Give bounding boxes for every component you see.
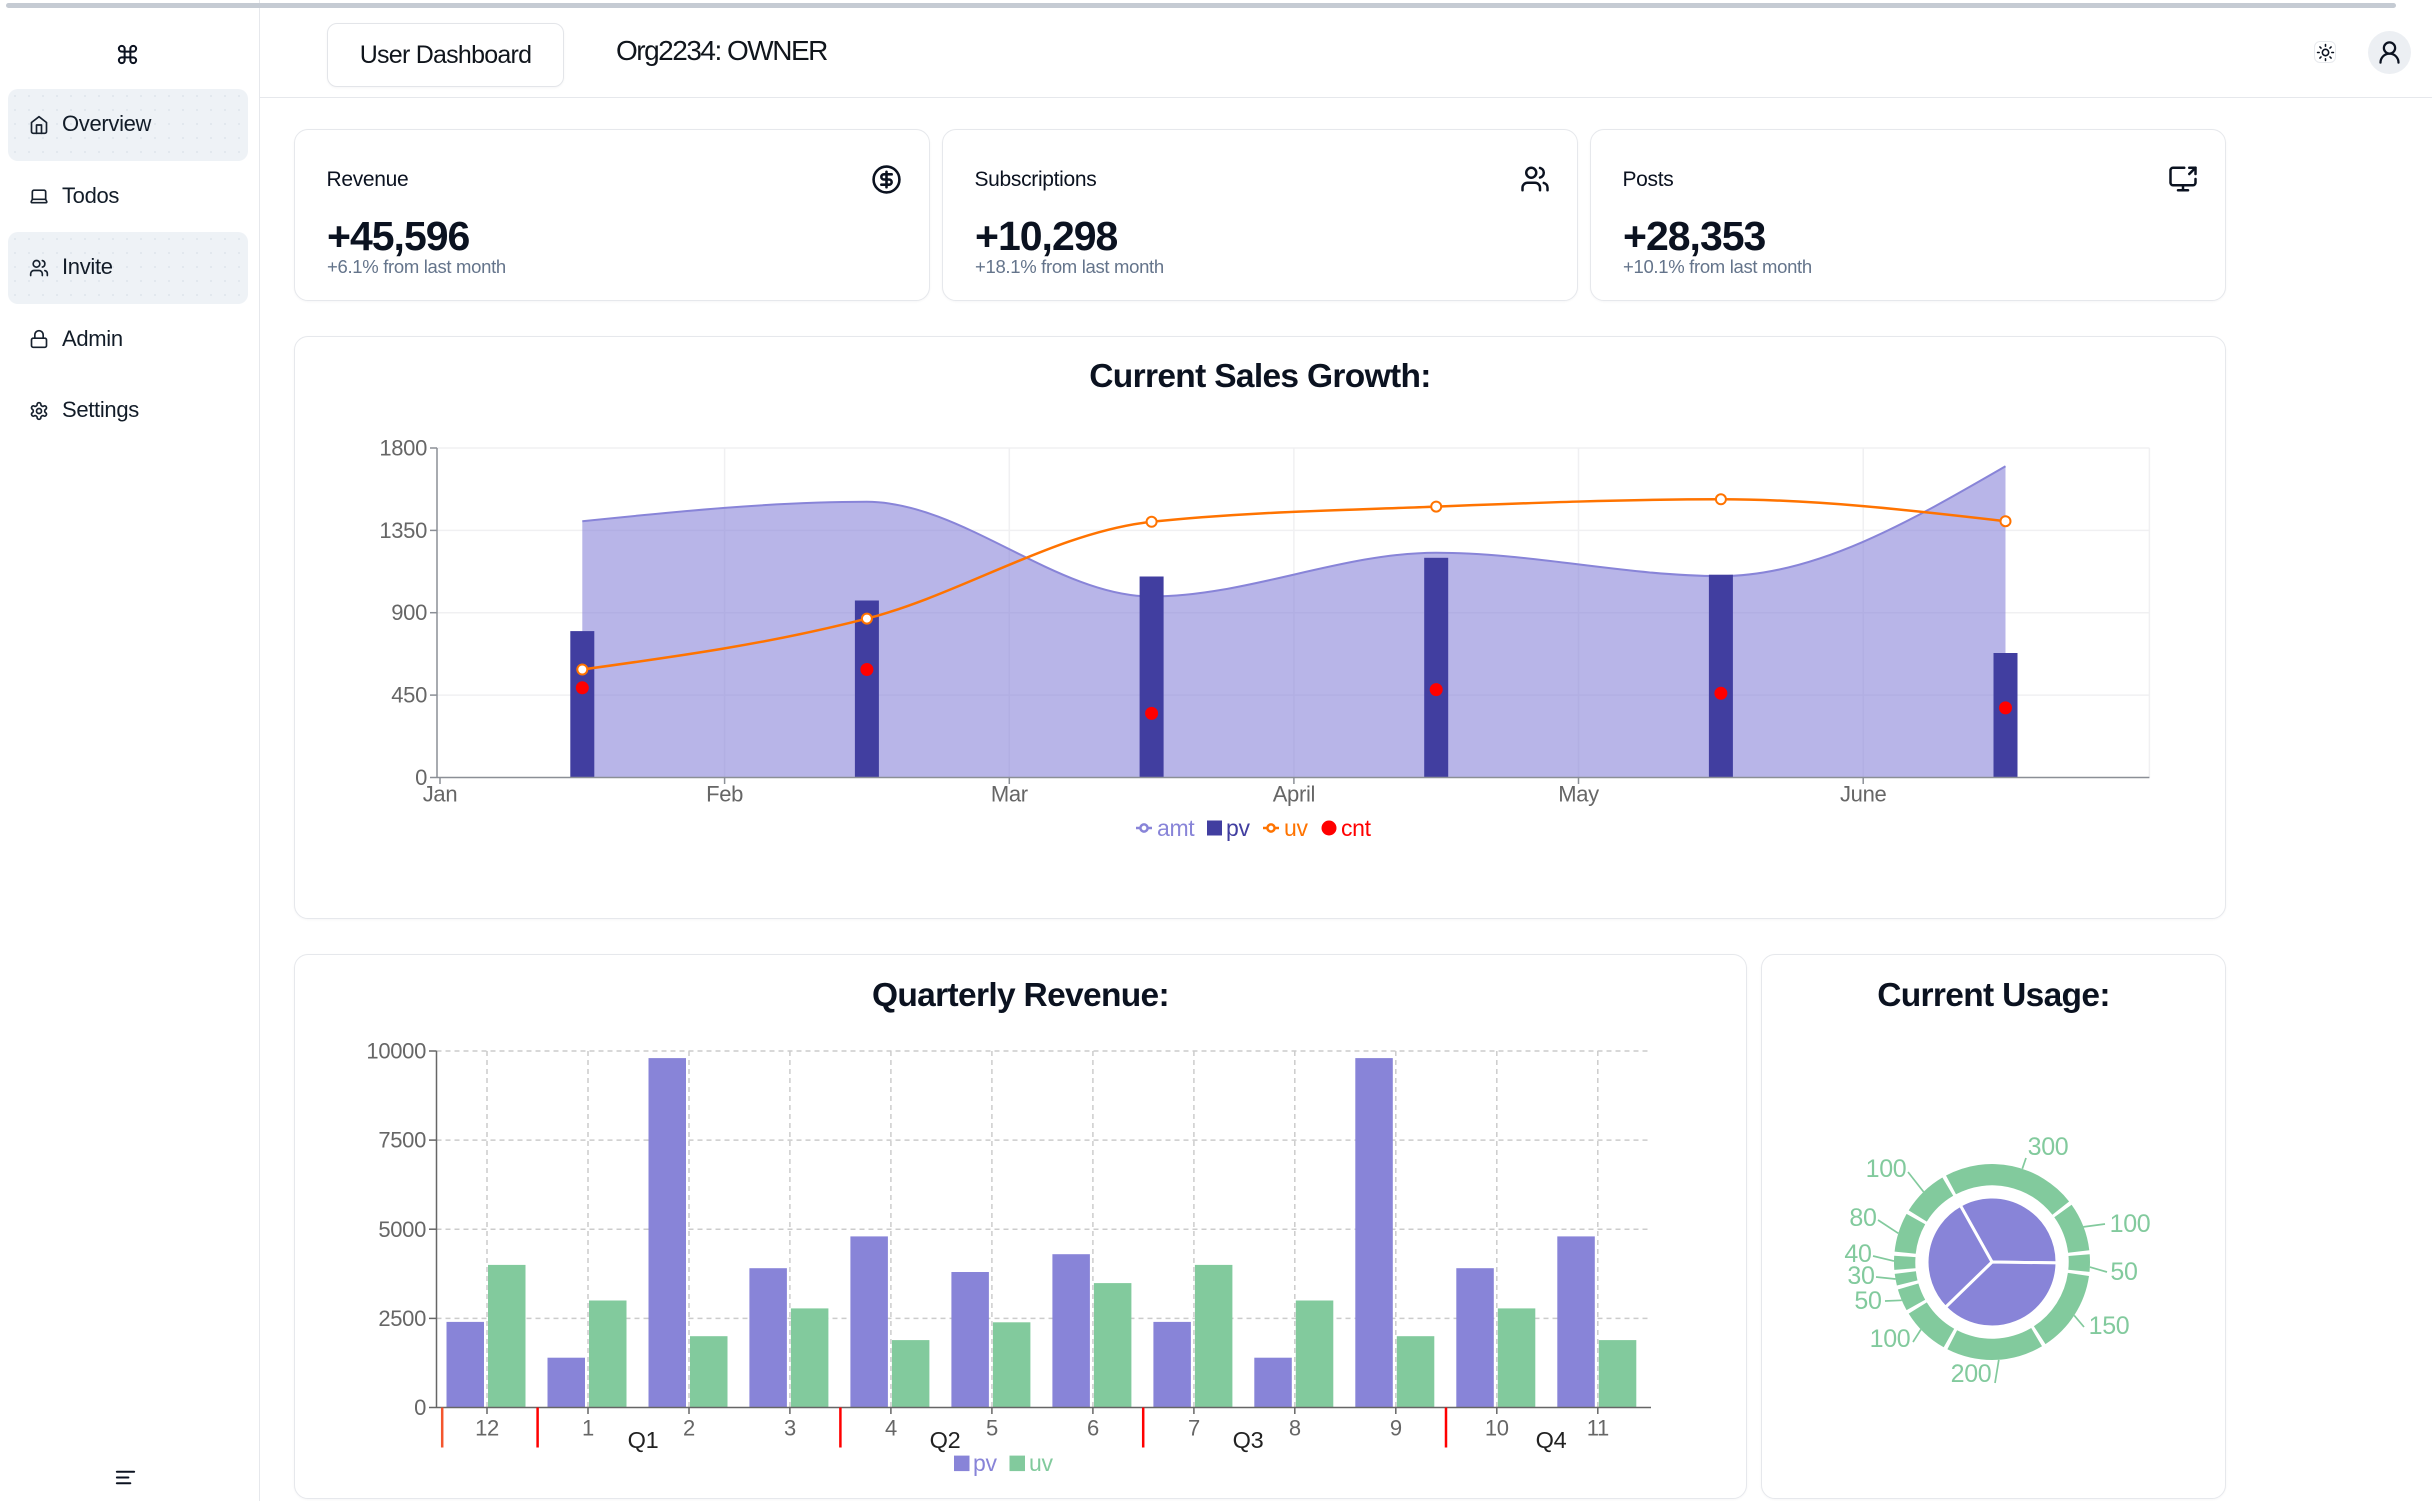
svg-text:2: 2 <box>683 1416 695 1441</box>
svg-text:50: 50 <box>2110 1258 2137 1286</box>
svg-text:5000: 5000 <box>378 1217 426 1242</box>
svg-text:pv: pv <box>973 1450 997 1476</box>
svg-text:uv: uv <box>1284 815 1308 841</box>
svg-text:1: 1 <box>582 1416 594 1441</box>
svg-text:11: 11 <box>1587 1416 1609 1441</box>
svg-text:6: 6 <box>1087 1416 1099 1441</box>
svg-text:Feb: Feb <box>706 782 743 807</box>
svg-text:Mar: Mar <box>991 782 1028 807</box>
svg-text:80: 80 <box>1849 1204 1876 1232</box>
svg-text:2500: 2500 <box>378 1306 426 1331</box>
svg-text:100: 100 <box>1870 1325 1911 1353</box>
svg-text:0: 0 <box>414 1395 426 1420</box>
svg-text:pv: pv <box>1226 815 1250 841</box>
svg-text:7: 7 <box>1188 1416 1200 1441</box>
svg-text:200: 200 <box>1951 1360 1992 1388</box>
svg-text:1800: 1800 <box>379 436 427 461</box>
svg-text:Q3: Q3 <box>1233 1427 1264 1453</box>
svg-text:10000: 10000 <box>366 1039 426 1064</box>
svg-text:Q4: Q4 <box>1536 1427 1567 1453</box>
svg-text:100: 100 <box>1866 1155 1907 1183</box>
svg-text:100: 100 <box>2110 1210 2151 1238</box>
svg-text:cnt: cnt <box>1341 815 1372 841</box>
svg-text:5: 5 <box>986 1416 998 1441</box>
svg-text:50: 50 <box>1854 1287 1881 1315</box>
svg-text:May: May <box>1558 782 1599 807</box>
svg-text:40: 40 <box>1844 1240 1871 1268</box>
svg-text:April: April <box>1273 782 1315 807</box>
svg-text:June: June <box>1840 782 1887 807</box>
svg-text:Jan: Jan <box>423 782 458 807</box>
svg-text:9: 9 <box>1390 1416 1402 1441</box>
svg-text:12: 12 <box>475 1416 499 1441</box>
svg-text:150: 150 <box>2089 1312 2130 1340</box>
svg-text:amt: amt <box>1157 815 1195 841</box>
svg-text:4: 4 <box>885 1416 897 1441</box>
svg-text:Q2: Q2 <box>930 1427 961 1453</box>
svg-text:uv: uv <box>1029 1450 1053 1476</box>
svg-text:7500: 7500 <box>378 1128 426 1153</box>
svg-text:1350: 1350 <box>379 518 427 543</box>
svg-text:8: 8 <box>1289 1416 1301 1441</box>
svg-text:300: 300 <box>2028 1133 2069 1161</box>
svg-text:450: 450 <box>391 683 427 708</box>
svg-text:10: 10 <box>1485 1416 1509 1441</box>
svg-text:900: 900 <box>391 600 427 625</box>
svg-text:Q1: Q1 <box>628 1427 659 1453</box>
svg-text:3: 3 <box>784 1416 796 1441</box>
